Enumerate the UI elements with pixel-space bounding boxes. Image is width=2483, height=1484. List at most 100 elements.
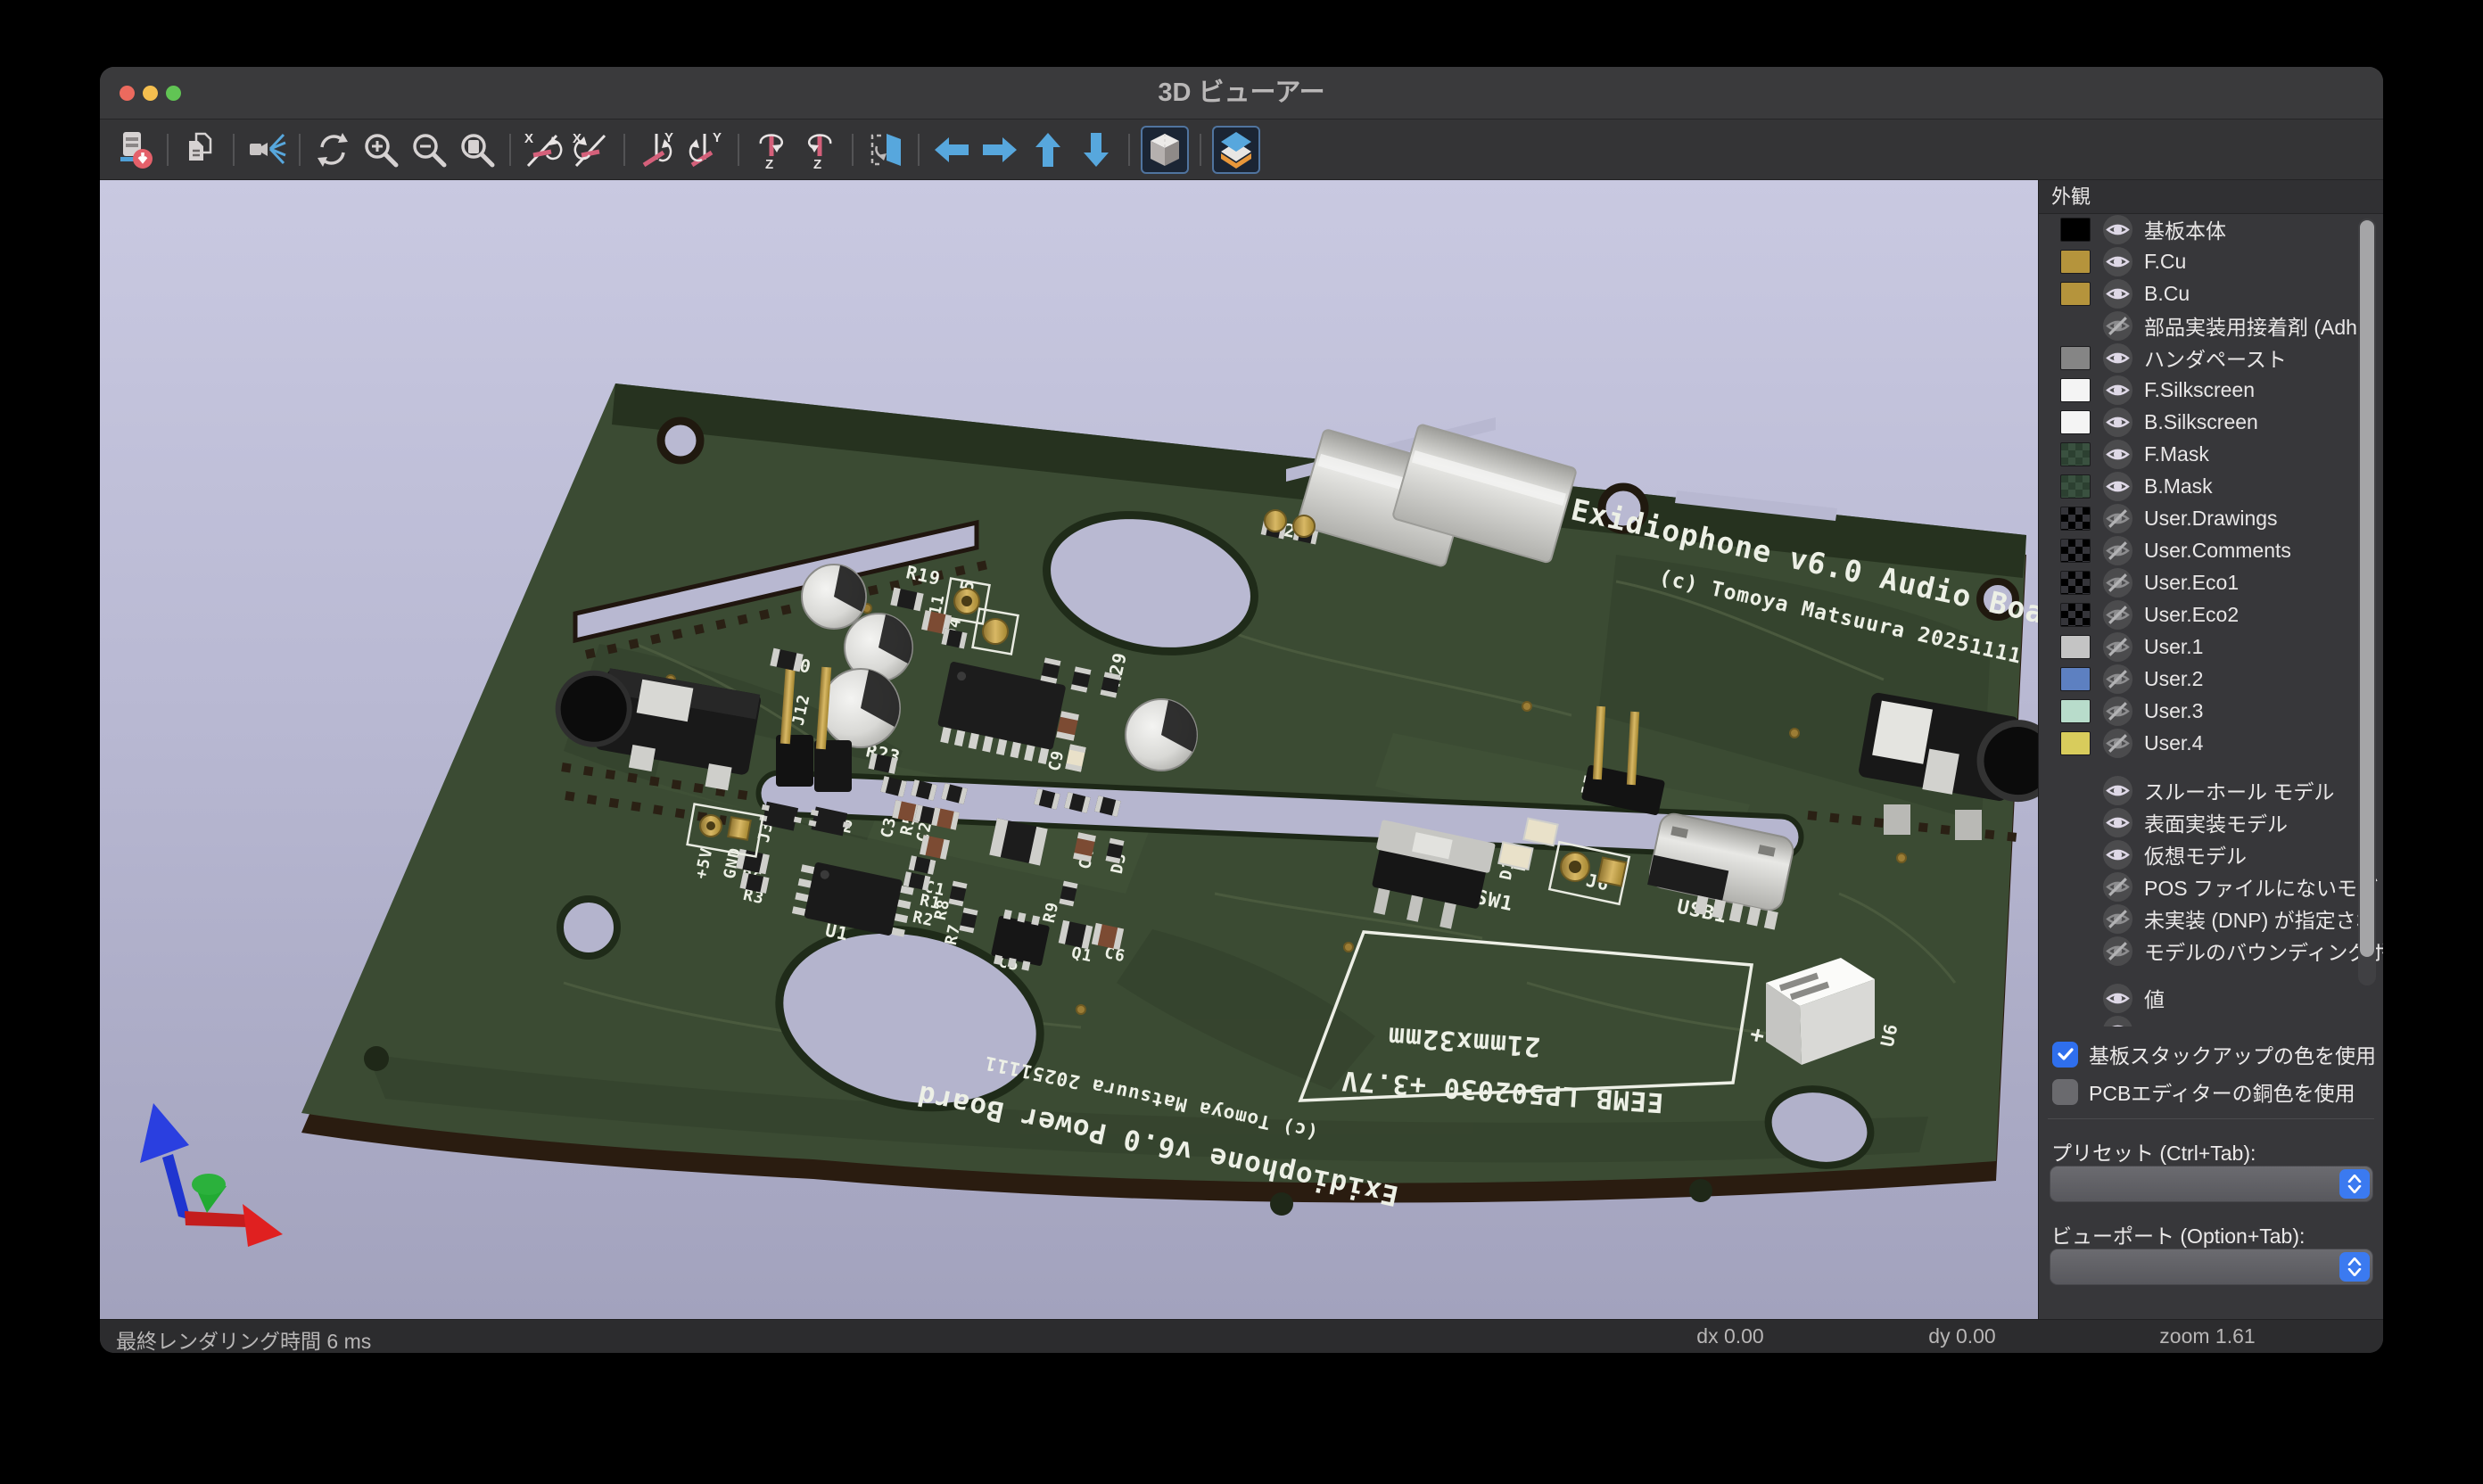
rotate-z-counterclockwise-button[interactable]: Z [796, 125, 844, 175]
visibility-eye-icon[interactable] [2103, 472, 2132, 501]
move-right-button[interactable] [976, 125, 1024, 175]
layer-color-swatch[interactable] [2060, 907, 2091, 931]
layer-color-swatch[interactable] [2060, 603, 2091, 627]
layer-row[interactable]: 基板本体 [2039, 213, 2383, 245]
layer-row[interactable]: B.Cu [2039, 277, 2383, 309]
layer-color-swatch[interactable] [2060, 1018, 2091, 1027]
move-up-button[interactable] [1024, 125, 1072, 175]
layer-row[interactable]: F.Cu [2039, 245, 2383, 277]
zoom-to-fit-button[interactable] [453, 125, 501, 175]
visibility-eye-icon[interactable] [2103, 568, 2132, 598]
layer-color-swatch[interactable] [2060, 571, 2091, 595]
layer-row[interactable]: モデルのバウンディングボ [2039, 935, 2383, 967]
layer-row[interactable]: 未実装 (DNP) が指定され [2039, 903, 2383, 935]
zoom-in-button[interactable] [357, 125, 405, 175]
orthographic-projection-toggle[interactable] [1141, 126, 1189, 174]
appearance-manager-toggle[interactable] [1212, 126, 1260, 174]
layer-row[interactable]: User.4 [2039, 727, 2383, 759]
flip-board-button[interactable] [862, 125, 910, 175]
layer-color-swatch[interactable] [2060, 507, 2091, 531]
checkbox-checked-icon[interactable] [2052, 1042, 2078, 1068]
visibility-eye-icon[interactable] [2103, 632, 2132, 662]
rotate-y-clockwise-button[interactable]: Y [633, 125, 681, 175]
layer-color-swatch[interactable] [2060, 218, 2091, 242]
visibility-eye-icon[interactable] [2103, 984, 2132, 1013]
layer-color-swatch[interactable] [2060, 986, 2091, 1010]
layer-color-swatch[interactable] [2060, 811, 2091, 835]
layer-color-swatch[interactable] [2060, 843, 2091, 867]
layer-color-swatch[interactable] [2060, 635, 2091, 659]
rotate-z-clockwise-button[interactable]: Z [747, 125, 796, 175]
visibility-eye-icon[interactable] [2103, 504, 2132, 533]
layer-color-swatch[interactable] [2060, 314, 2091, 338]
layer-color-swatch[interactable] [2060, 410, 2091, 434]
select-stepper-icon[interactable] [2339, 1169, 2370, 1199]
visibility-eye-icon[interactable] [2103, 664, 2132, 694]
visibility-eye-icon[interactable] [2103, 343, 2132, 373]
layer-row[interactable]: F.Mask [2039, 438, 2383, 470]
layer-color-swatch[interactable] [2060, 699, 2091, 723]
export-board-image-button[interactable] [111, 125, 159, 175]
layer-row[interactable]: 部品実装用接着剤 (Adhe [2039, 309, 2383, 342]
visibility-eye-icon[interactable] [2103, 904, 2132, 934]
layer-row[interactable]: User.Comments [2039, 534, 2383, 566]
viewport-select[interactable] [2050, 1249, 2373, 1285]
layer-row[interactable]: User.2 [2039, 663, 2383, 695]
layer-row[interactable]: 表面実装モデル [2039, 806, 2383, 838]
layer-color-swatch[interactable] [2060, 474, 2091, 499]
visibility-eye-icon[interactable] [2103, 440, 2132, 469]
checkbox-unchecked-icon[interactable] [2052, 1079, 2078, 1105]
layer-row[interactable]: User.Drawings [2039, 502, 2383, 534]
layer-color-swatch[interactable] [2060, 939, 2091, 963]
layer-row[interactable]: User.3 [2039, 695, 2383, 727]
visibility-eye-icon[interactable] [2103, 840, 2132, 870]
visibility-eye-icon[interactable] [2103, 536, 2132, 565]
visibility-eye-icon[interactable] [2103, 808, 2132, 837]
use-pcb-editor-copper-checkbox[interactable]: PCBエディターの銅色を使用 [2052, 1076, 2355, 1107]
visibility-eye-icon[interactable] [2103, 776, 2132, 805]
rotate-x-counterclockwise-button[interactable]: X [567, 125, 615, 175]
visibility-eye-icon[interactable] [2103, 600, 2132, 630]
layer-color-swatch[interactable] [2060, 282, 2091, 306]
select-stepper-icon[interactable] [2339, 1252, 2370, 1282]
layer-row[interactable]: B.Silkscreen [2039, 406, 2383, 438]
layer-color-swatch[interactable] [2060, 346, 2091, 370]
layer-row[interactable] [2039, 1014, 2383, 1026]
visibility-eye-icon[interactable] [2103, 872, 2132, 902]
layer-color-swatch[interactable] [2060, 539, 2091, 563]
visibility-eye-icon[interactable] [2103, 215, 2132, 244]
layer-row[interactable]: POS ファイルにないモデ [2039, 870, 2383, 903]
visibility-eye-icon[interactable] [2103, 936, 2132, 966]
move-down-button[interactable] [1072, 125, 1120, 175]
layer-row[interactable]: 値 [2039, 982, 2383, 1014]
layer-color-swatch[interactable] [2060, 875, 2091, 899]
visibility-eye-icon[interactable] [2103, 697, 2132, 726]
redraw-button[interactable] [309, 125, 357, 175]
copy-image-button[interactable] [177, 125, 225, 175]
use-stackup-colors-checkbox[interactable]: 基板スタックアップの色を使用 [2052, 1039, 2376, 1069]
visibility-eye-icon[interactable] [2103, 408, 2132, 437]
preset-select[interactable] [2050, 1166, 2373, 1202]
layer-row[interactable]: B.Mask [2039, 470, 2383, 502]
rotate-y-counterclockwise-button[interactable]: Y [681, 125, 730, 175]
layer-row[interactable]: ハンダペースト [2039, 342, 2383, 374]
layer-color-swatch[interactable] [2060, 442, 2091, 466]
layer-row[interactable]: User.1 [2039, 631, 2383, 663]
visibility-eye-icon[interactable] [2103, 729, 2132, 758]
render-view-button[interactable] [243, 125, 291, 175]
scrollbar-thumb[interactable] [2360, 220, 2374, 957]
layer-row[interactable]: F.Silkscreen [2039, 374, 2383, 406]
layer-color-swatch[interactable] [2060, 779, 2091, 803]
visibility-eye-icon[interactable] [2103, 311, 2132, 341]
layer-color-swatch[interactable] [2060, 378, 2091, 402]
visibility-eye-icon[interactable] [2103, 279, 2132, 309]
layer-list-scrollbar[interactable] [2358, 218, 2376, 985]
layer-row[interactable]: 仮想モデル [2039, 838, 2383, 870]
move-left-button[interactable] [928, 125, 976, 175]
layer-row[interactable]: スルーホール モデル [2039, 774, 2383, 806]
layer-color-swatch[interactable] [2060, 667, 2091, 691]
layer-row[interactable]: User.Eco2 [2039, 598, 2383, 631]
rotate-x-clockwise-button[interactable]: X [519, 125, 567, 175]
layer-row[interactable]: User.Eco1 [2039, 566, 2383, 598]
visibility-eye-icon[interactable] [2103, 1016, 2132, 1027]
